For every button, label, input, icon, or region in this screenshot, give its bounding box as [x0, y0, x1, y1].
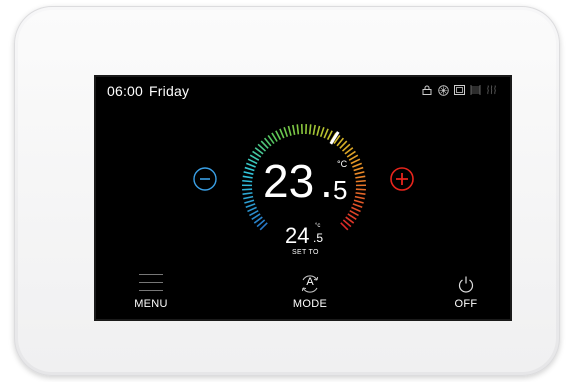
dial-tick	[245, 203, 256, 209]
dial-tick	[355, 188, 366, 191]
dial-tick	[247, 206, 257, 213]
dial-tick	[242, 179, 253, 183]
decrease-temperature-button[interactable]	[193, 167, 217, 191]
dial-tick	[355, 179, 366, 183]
dial-tick	[242, 192, 253, 196]
dial-tick	[243, 171, 254, 175]
dial-tick	[252, 150, 262, 158]
touch-screen: 06:00 Friday 23 . 5 °C 24 .5 °c SET TO M…	[96, 77, 510, 319]
dial-tick	[247, 158, 258, 165]
dial-tick	[352, 162, 362, 168]
mode-icon-letter: A	[306, 276, 314, 288]
dial-tick	[279, 128, 285, 139]
current-temperature: 23 . 5 °C	[263, 151, 353, 211]
power-off-button[interactable]: OFF	[446, 273, 486, 310]
plus-icon	[390, 167, 414, 191]
setpoint-label: SET TO	[292, 249, 319, 256]
menu-label: MENU	[134, 298, 168, 310]
current-temp-unit: °C	[337, 159, 348, 169]
setpoint-unit: °c	[315, 223, 321, 229]
dial-tick	[251, 213, 261, 221]
dial-tick	[323, 128, 329, 139]
setpoint-integer: 24	[285, 223, 310, 248]
power-icon	[455, 273, 477, 295]
setpoint-temperature: 24 .5 °c SET TO	[285, 223, 335, 256]
dial-tick	[354, 171, 365, 175]
dial-tick	[355, 192, 366, 196]
dial-tick	[244, 199, 255, 204]
dial-tick	[292, 124, 296, 135]
dial-tick	[355, 175, 366, 179]
dial-tick	[353, 199, 364, 204]
thermostat-device: 06:00 Friday 23 . 5 °C 24 .5 °c SET TO M…	[14, 6, 560, 376]
dial-tick	[242, 175, 253, 179]
setpoint-decimal: .5	[313, 231, 324, 245]
increase-temperature-button[interactable]	[390, 167, 414, 191]
menu-button[interactable]: MENU	[131, 273, 171, 310]
dial-tick	[287, 125, 292, 136]
menu-icon	[139, 273, 163, 295]
current-temp-integer: 23	[263, 155, 315, 207]
dial-tick	[316, 125, 321, 136]
mode-button[interactable]: A MODE	[290, 273, 330, 310]
setpoint-decimal-digit: 5	[316, 231, 324, 245]
auto-mode-icon: A	[299, 273, 321, 295]
dial-tick	[283, 127, 289, 137]
off-label: OFF	[454, 298, 478, 310]
dial-tick	[349, 210, 359, 217]
dial-tick	[353, 166, 364, 172]
current-temp-point: .	[320, 155, 333, 207]
dial-tick	[347, 213, 357, 221]
dial-tick	[296, 124, 300, 135]
dial-tick	[271, 132, 278, 142]
dial-tick	[352, 203, 363, 209]
dial-tick	[312, 124, 316, 135]
dial-tick	[246, 162, 256, 168]
minus-icon	[193, 167, 217, 191]
current-temp-decimal: 5	[333, 175, 348, 205]
dial-tick	[326, 130, 333, 141]
dial-tick	[275, 130, 282, 141]
dial-tick	[243, 195, 254, 200]
dial-tick	[249, 210, 259, 217]
dial-tick	[244, 166, 255, 172]
dial-tick	[354, 195, 365, 200]
dial-tick	[308, 124, 312, 135]
dial-tick	[319, 127, 325, 137]
dial-tick	[242, 188, 253, 191]
mode-label: MODE	[292, 298, 328, 310]
dial-tick	[249, 154, 260, 161]
